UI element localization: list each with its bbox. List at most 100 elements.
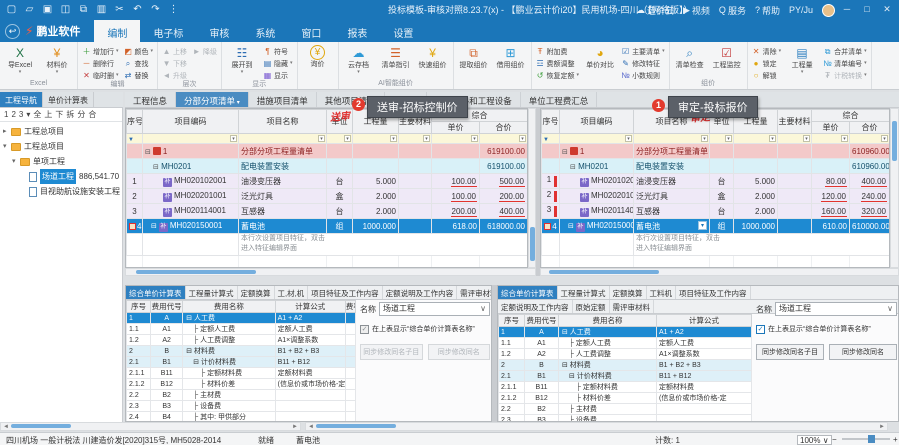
filter-icon[interactable]: ▾ <box>471 135 478 142</box>
ribbon-button-快速组价[interactable]: ¥快速组价 <box>415 44 451 70</box>
tree-tool-上[interactable]: 上 <box>44 109 52 120</box>
column-header[interactable]: 序号 <box>499 315 525 327</box>
ribbon-button-主要清单[interactable]: ☑主要清单▾ <box>619 46 667 57</box>
column-header[interactable]: 单价 <box>432 122 480 134</box>
scroll-left-icon[interactable]: ◄ <box>308 423 314 431</box>
filter-icon[interactable]: ▾ <box>230 135 237 142</box>
ribbon-button-增加行[interactable]: ＋增加行▾ <box>80 46 121 57</box>
view-tab-工程信息[interactable]: 工程信息 <box>125 92 176 107</box>
fee-row[interactable]: 2.1.1B11├ 定额材料费定额材料费 <box>127 368 356 379</box>
column-header[interactable]: 序号 <box>542 110 560 134</box>
ribbon-button-降级[interactable]: ►降级 <box>190 46 219 57</box>
sync-same-name-button[interactable]: 同步修改同名 <box>428 344 491 360</box>
scroll-left-icon[interactable]: ◄ <box>3 423 9 431</box>
ribbon-button-提取组价[interactable]: ⧉提取组价 <box>456 44 492 70</box>
view-tab-分部分项清单[interactable]: 分部分项清单 ▾ <box>176 92 249 107</box>
fee-row[interactable]: 1A⊟ 人工费A1 + A2 <box>499 327 752 338</box>
column-header[interactable]: 项目编码 <box>143 110 239 134</box>
fee-tab-工,材,机[interactable]: 工,材,机 <box>275 286 309 299</box>
paste-icon[interactable]: ▥ <box>94 2 109 17</box>
ribbon-button-清除[interactable]: ✕清除▾ <box>750 46 784 57</box>
right-grid-hscrollbar[interactable] <box>540 268 899 276</box>
ribbon-button-上移[interactable]: ▲上移 <box>160 46 189 57</box>
column-header[interactable]: 项目编码 <box>560 110 634 134</box>
menu-tab-电子标[interactable]: 电子标 <box>140 20 196 42</box>
sidebar-tab-工程导航[interactable]: 工程导航 <box>0 92 43 107</box>
more-icon[interactable]: ⋮ <box>166 2 181 17</box>
filter-funnel-icon[interactable]: ▼ <box>128 137 134 143</box>
column-header[interactable]: 费率 <box>345 301 355 313</box>
filter-icon[interactable]: ▾ <box>803 135 810 142</box>
ribbon-button-展开到[interactable]: ☷展开到▾ <box>224 44 260 75</box>
fee-row[interactable]: 2.1B1⊟ 计价材料费B11 + B12 <box>499 371 752 382</box>
collapse-icon[interactable]: ⊟ <box>562 149 568 156</box>
tree-item[interactable]: ▾单项工程 <box>0 154 122 169</box>
boq-row[interactable]: ⊟ MH0201配电装置安装619100.00 <box>127 159 528 174</box>
column-header[interactable]: 费用代号 <box>151 301 183 313</box>
open-file-icon[interactable]: ▱ <box>22 2 37 17</box>
ribbon-button-云存档[interactable]: ☁云存档▾ <box>341 44 377 75</box>
bottom-left-hscrollbar[interactable]: ◄ ► <box>0 422 301 431</box>
tree-tool-全[interactable]: 全 <box>33 109 41 120</box>
menu-tab-系统[interactable]: 系统 <box>242 20 288 42</box>
filter-icon[interactable]: ▾ <box>423 135 430 142</box>
fee-tab-综合单价计算表[interactable]: 综合单价计算表 <box>126 286 186 299</box>
tree-item[interactable]: 场道工程886,541.70 <box>0 169 122 184</box>
ribbon-button-工程监控[interactable]: ☑工程监控 <box>709 44 745 70</box>
fee-tab-需评审材料[interactable]: 需评审材料 <box>610 300 655 313</box>
fee-table-select[interactable]: 场道工程 ∨ <box>775 302 897 316</box>
boq-row[interactable]: 3补MH020114001互感器台2.000200.00400.00 <box>127 204 528 219</box>
copy-icon[interactable]: ⧉ <box>76 2 91 17</box>
ribbon-button-查找[interactable]: ⌕查找 <box>122 58 156 69</box>
tree-tool-分[interactable]: 分 <box>77 109 85 120</box>
filter-icon[interactable]: ▾ <box>390 135 397 142</box>
filter-icon[interactable]: ▾ <box>841 135 848 142</box>
view-tab-措施项目清单[interactable]: 措施项目清单 <box>249 92 317 107</box>
ribbon-button-合并清单[interactable]: ⧉合并清单▾ <box>821 46 869 57</box>
expander-icon[interactable]: ▾ <box>12 154 20 169</box>
left-grid-hscrollbar[interactable] <box>125 268 536 276</box>
fee-tab-定额换算[interactable]: 定额换算 <box>238 286 275 299</box>
collapse-icon[interactable]: ⊟ <box>151 223 157 230</box>
column-header[interactable]: 序号 <box>127 301 151 313</box>
username[interactable]: PY/Ju <box>789 5 813 15</box>
menu-tab-报表[interactable]: 报表 <box>334 20 380 42</box>
ribbon-button-颜色[interactable]: ◩颜色▾ <box>122 46 156 57</box>
fee-tab-定额换算[interactable]: 定额换算 <box>610 286 647 299</box>
collapse-icon[interactable]: ⊟ <box>153 164 159 171</box>
column-header[interactable]: 计算公式 <box>275 301 345 313</box>
minimize-button[interactable]: ─ <box>837 0 857 20</box>
column-header-group[interactable]: 综合 <box>812 110 890 122</box>
new-file-icon[interactable]: ▢ <box>4 2 19 17</box>
fee-tab-工料机[interactable]: 工料机 <box>647 286 677 299</box>
ribbon-button-解锁[interactable]: ○解锁 <box>750 70 784 81</box>
fee-tab-工程量计算式[interactable]: 工程量计算式 <box>186 286 238 299</box>
cut-icon[interactable]: ✂ <box>112 2 127 17</box>
tree-tool-拆[interactable]: 拆 <box>66 109 74 120</box>
ribbon-button-导Excel[interactable]: X导Excel▾ <box>2 44 38 75</box>
filter-icon[interactable]: ▾ <box>769 135 776 142</box>
back-button[interactable]: ↩ <box>5 24 20 39</box>
ribbon-button-单价对比[interactable]: ◕单价对比 <box>582 44 618 70</box>
sidebar-tab-单价计算表[interactable]: 单价计算表 <box>43 92 94 107</box>
fee-row[interactable]: 1.1A1├ 定额人工费定额人工费 <box>127 324 356 335</box>
scroll-right-icon[interactable]: ► <box>292 423 298 431</box>
filter-icon[interactable]: ▾ <box>318 135 325 142</box>
ribbon-button-材料价[interactable]: ¥材料价▾ <box>39 44 75 75</box>
tree-tool-合[interactable]: 合 <box>88 109 96 120</box>
expander-icon[interactable]: ▾ <box>3 139 11 154</box>
boq-row[interactable]: ⊟1分部分项工程量清单610960.00 <box>542 144 890 159</box>
ribbon-button-下移[interactable]: ▼下移 <box>160 58 189 69</box>
boq-row[interactable]: 2补MH020201001泛光灯具盒2.000120.00240.00 <box>542 189 890 204</box>
left-grid-vscrollbar[interactable] <box>528 108 536 268</box>
zoom-in-button[interactable]: + <box>893 435 898 444</box>
fee-row[interactable]: 2.3B3├ 设备费 <box>127 401 356 412</box>
ribbon-button-显示[interactable]: ▦显示 <box>261 70 295 81</box>
menu-tab-编制[interactable]: 编制 <box>94 20 140 42</box>
ribbon-button-小数规则[interactable]: №小数规则 <box>619 70 667 81</box>
tree-tool-3[interactable]: 3 <box>19 110 23 119</box>
ribbon-button-隐藏[interactable]: ▤隐藏▾ <box>261 58 295 69</box>
zoom-level-select[interactable]: 100% ∨ <box>797 435 832 445</box>
ribbon-button-锁定[interactable]: ●锁定 <box>750 58 784 69</box>
ribbon-button-附加费[interactable]: Ŧ附加费 <box>534 46 582 57</box>
